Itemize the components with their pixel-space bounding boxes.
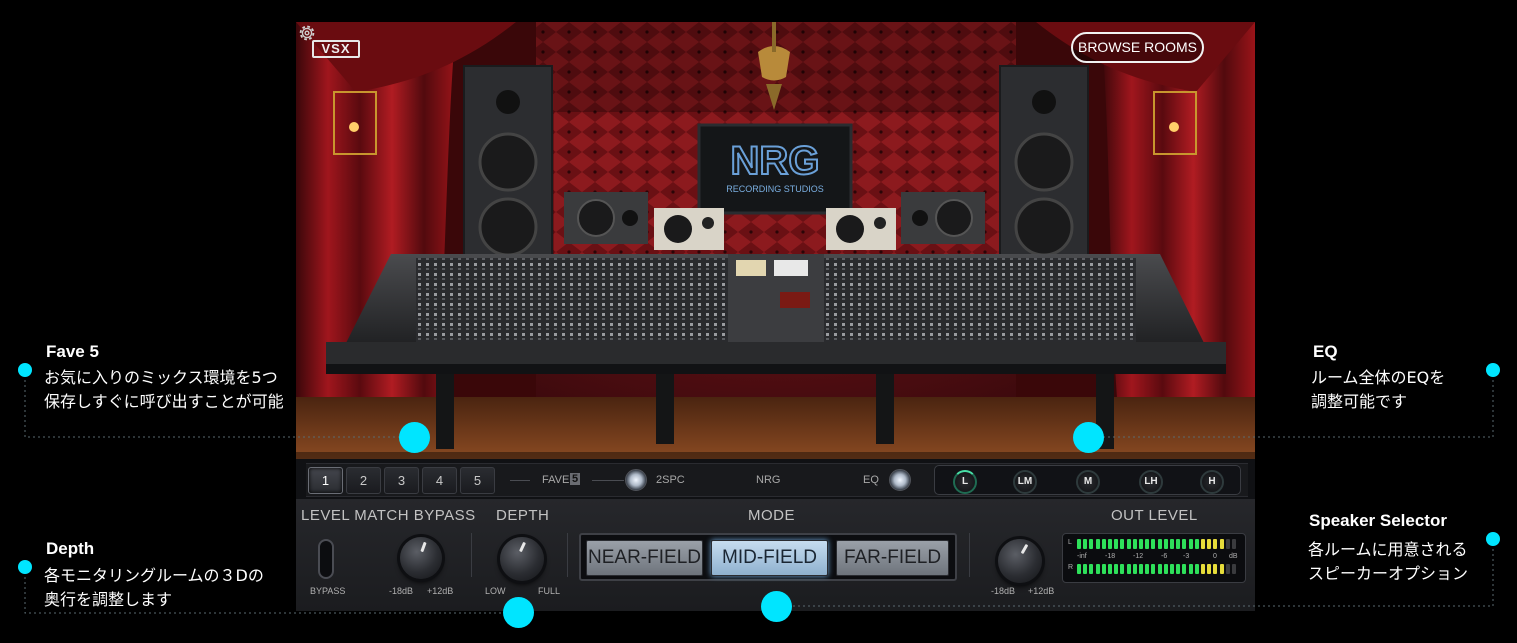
depth-marker-dot bbox=[18, 560, 32, 574]
eq-target-dot bbox=[1073, 422, 1104, 453]
eq-annotation-title: EQ bbox=[1313, 342, 1338, 361]
speaker-annotation-line2: スピーカーオプション bbox=[1308, 564, 1469, 583]
depth-annotation-line2: 奥行を調整します bbox=[44, 590, 173, 609]
depth-annotation-line1: 各モニタリングルームの３Dの bbox=[44, 566, 264, 585]
eq-annotation-line1: ルーム全体のEQを bbox=[1311, 368, 1446, 387]
fave-annotation-line2: 保存しすぐに呼び出すことが可能 bbox=[44, 392, 284, 411]
fave-marker-dot bbox=[18, 363, 32, 377]
fave-target-dot bbox=[399, 422, 430, 453]
eq-marker-dot bbox=[1486, 363, 1500, 377]
speaker-annotation-title: Speaker Selector bbox=[1309, 511, 1447, 530]
annotation-lines bbox=[24, 370, 1494, 614]
depth-target-dot bbox=[503, 597, 534, 628]
speaker-target-dot bbox=[761, 591, 792, 622]
eq-annotation-line2: 調整可能です bbox=[1311, 392, 1408, 411]
speaker-annotation-line1: 各ルームに用意される bbox=[1308, 540, 1468, 559]
depth-annotation-title: Depth bbox=[46, 539, 95, 558]
speaker-marker-dot bbox=[1486, 532, 1500, 546]
fave-annotation-line1: お気に入りのミックス環境を5つ bbox=[44, 368, 278, 387]
fave-annotation-title: Fave 5 bbox=[46, 342, 99, 361]
